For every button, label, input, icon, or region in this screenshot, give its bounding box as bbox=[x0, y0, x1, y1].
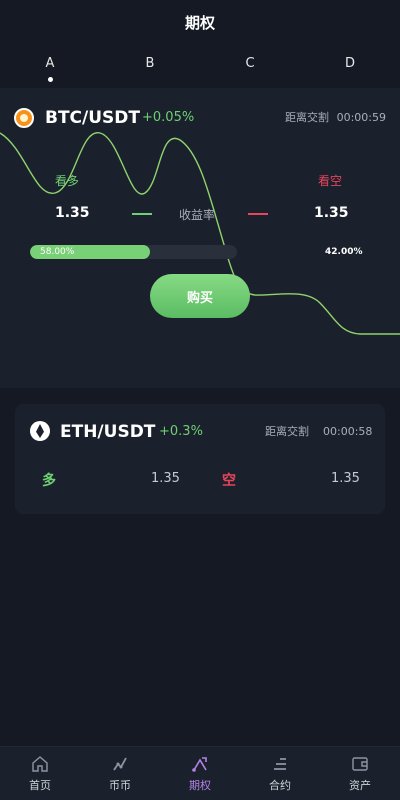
wallet-icon bbox=[352, 757, 368, 771]
btc-option-panel: BTC/USDT +0.05% 距离交割 00:00:59 看多 看空 1.35… bbox=[0, 88, 400, 388]
tab-a[interactable]: A bbox=[30, 56, 70, 82]
short-dash bbox=[248, 213, 268, 215]
tab-b[interactable]: B bbox=[130, 56, 170, 71]
short-odds: 1.35 bbox=[314, 205, 349, 221]
nav-home-label: 首页 bbox=[29, 779, 51, 792]
nav-trade[interactable]: 币币 bbox=[90, 755, 150, 793]
short-label[interactable]: 空 bbox=[222, 470, 236, 490]
tab-active-indicator bbox=[47, 77, 53, 82]
nav-contract-label: 合约 bbox=[269, 779, 291, 792]
tab-c[interactable]: C bbox=[230, 56, 270, 71]
nav-options-label: 期权 bbox=[189, 779, 211, 792]
home-icon bbox=[32, 756, 48, 772]
countdown-label: 距离交割 bbox=[265, 425, 309, 438]
tab-a-label: A bbox=[45, 56, 55, 71]
short-percent: 42.00% bbox=[325, 247, 363, 257]
countdown-label: 距离交割 bbox=[285, 111, 329, 124]
nav-assets[interactable]: 资产 bbox=[330, 755, 390, 793]
nav-assets-label: 资产 bbox=[349, 779, 371, 792]
bottom-nav: 首页 币币 期权 合约 资产 bbox=[0, 746, 400, 800]
nav-trade-label: 币币 bbox=[109, 779, 131, 792]
pair-name: ETH/USDT bbox=[60, 422, 156, 442]
nav-contract[interactable]: 合约 bbox=[250, 755, 310, 793]
option-icon bbox=[192, 757, 207, 772]
option-tabs: A B C D bbox=[0, 56, 400, 86]
short-odds: 1.35 bbox=[331, 471, 360, 486]
long-percent: 58.00% bbox=[40, 247, 75, 257]
price-change: +0.3% bbox=[159, 424, 203, 439]
tab-b-label: B bbox=[145, 56, 155, 71]
nav-options[interactable]: 期权 bbox=[170, 755, 230, 793]
price-change: +0.05% bbox=[142, 110, 195, 125]
btc-header-row: BTC/USDT +0.05% 距离交割 00:00:59 bbox=[14, 106, 386, 130]
tab-c-label: C bbox=[245, 56, 255, 71]
contract-icon bbox=[274, 758, 286, 770]
long-label[interactable]: 看多 bbox=[55, 172, 79, 189]
ethereum-icon bbox=[30, 421, 50, 441]
pair-name: BTC/USDT bbox=[45, 108, 140, 128]
yield-label: 收益率 bbox=[179, 208, 216, 222]
trade-icon bbox=[113, 757, 127, 771]
long-label[interactable]: 多 bbox=[42, 470, 56, 490]
tab-d-label: D bbox=[344, 56, 355, 71]
tab-d[interactable]: D bbox=[330, 56, 370, 71]
page-title: 期权 bbox=[184, 13, 215, 32]
long-odds: 1.35 bbox=[151, 471, 180, 486]
countdown-timer: 00:00:58 bbox=[323, 425, 373, 438]
bitcoin-icon bbox=[14, 108, 34, 128]
eth-option-card[interactable]: ETH/USDT +0.3% 距离交割 00:00:58 多 1.35 空 1.… bbox=[15, 404, 385, 514]
long-dash bbox=[132, 213, 152, 215]
nav-home[interactable]: 首页 bbox=[10, 755, 70, 793]
page-header: 期权 bbox=[0, 0, 400, 44]
buy-button[interactable]: 购买 bbox=[150, 274, 250, 318]
short-label[interactable]: 看空 bbox=[318, 172, 342, 189]
long-odds: 1.35 bbox=[55, 205, 90, 221]
price-line-chart bbox=[0, 132, 400, 335]
countdown-timer: 00:00:59 bbox=[336, 111, 386, 124]
